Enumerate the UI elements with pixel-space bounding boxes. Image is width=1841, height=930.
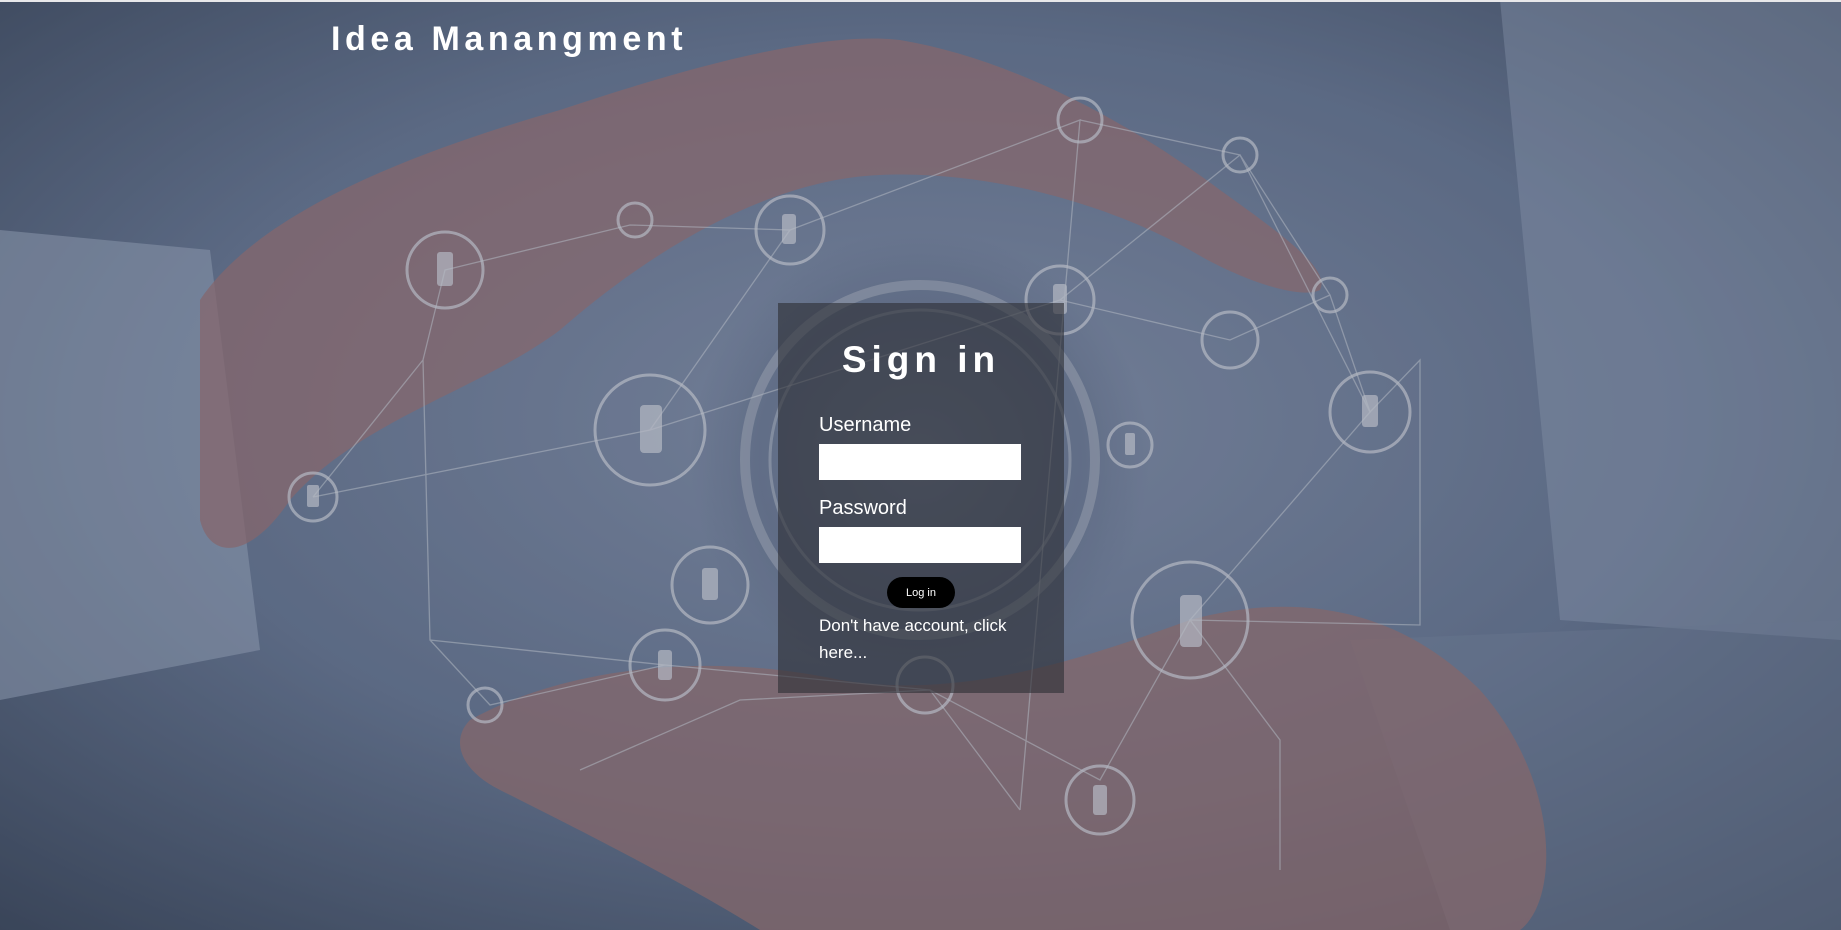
username-label: Username	[819, 414, 912, 436]
top-border	[0, 0, 1841, 2]
app-title: Idea Manangment	[331, 20, 688, 58]
username-input[interactable]	[819, 444, 1021, 480]
signup-link[interactable]: Don't have account, click here...	[819, 612, 1019, 666]
login-heading: Sign in	[841, 339, 1001, 380]
password-label: Password	[819, 497, 907, 519]
login-form: Sign in Username Password Log in Don't h…	[778, 303, 1064, 693]
login-button[interactable]: Log in	[887, 577, 955, 608]
password-input[interactable]	[819, 527, 1021, 563]
login-page: Idea Manangment Sign in Username Passwor…	[0, 0, 1841, 930]
